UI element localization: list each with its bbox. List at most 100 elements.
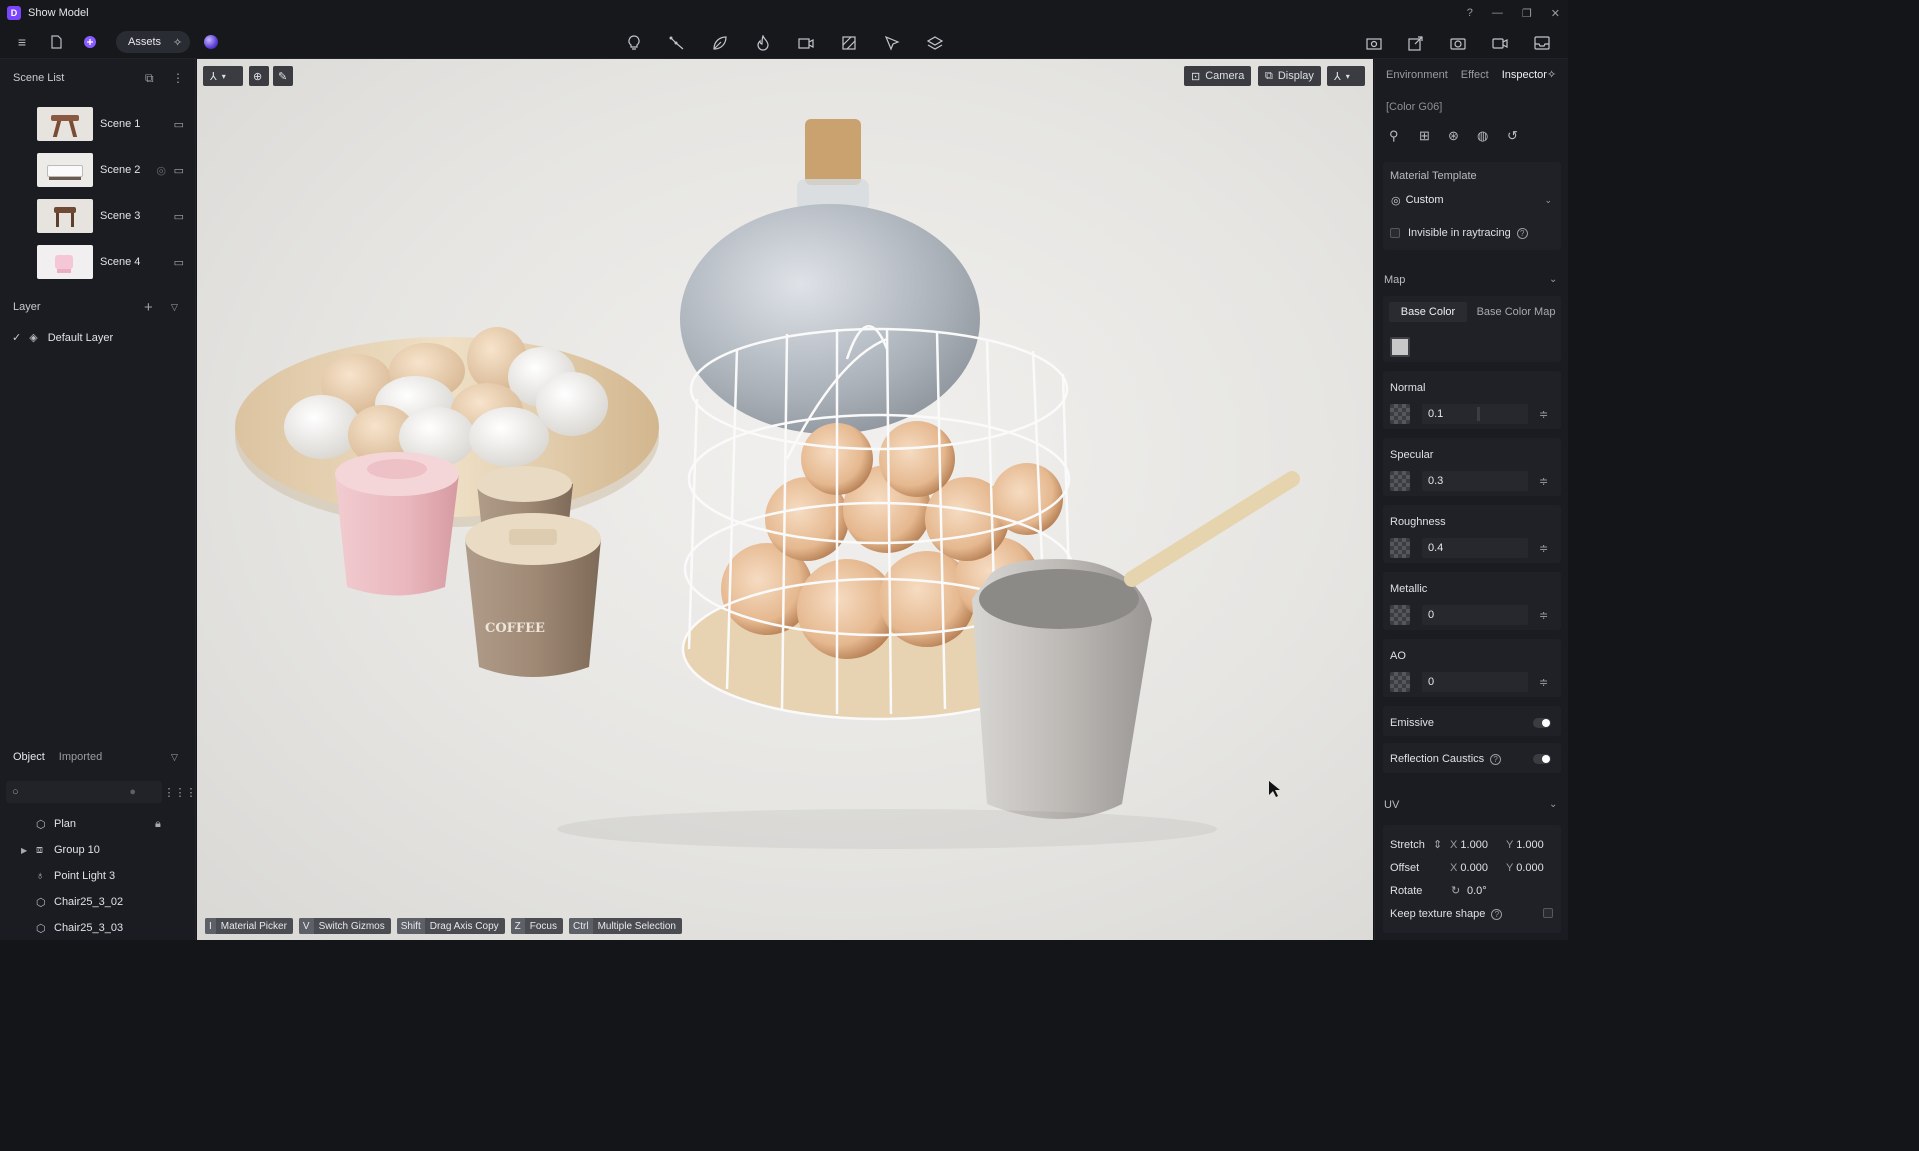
help-icon[interactable]: ? — [1490, 754, 1502, 765]
slider-settings-icon[interactable]: ≑ — [1539, 609, 1548, 622]
layer-filter-icon[interactable]: ▽ — [171, 302, 178, 313]
template-select[interactable]: ◎ Custom ⌄ — [1386, 189, 1558, 211]
layer-item-default[interactable]: ✓ ◈ Default Layer — [12, 331, 113, 345]
globe-icon[interactable]: ⊕ — [249, 66, 269, 86]
ao-value-input[interactable]: 0 — [1422, 672, 1528, 692]
material-picker-icon[interactable]: ⚲ — [1389, 128, 1399, 144]
scene-camera-icon[interactable]: ▭ — [174, 256, 184, 269]
invisible-raytracing-checkbox[interactable] — [1390, 228, 1400, 238]
pin-sparkle-icon[interactable]: ✧ — [1547, 68, 1556, 81]
reset-icon[interactable]: ↺ — [1507, 128, 1518, 144]
tree-row-plan[interactable]: ⬡ Plan 🔒︎ — [0, 812, 196, 836]
specular-value-input[interactable]: 0.3 — [1422, 471, 1528, 491]
search-input[interactable] — [24, 786, 135, 798]
video-icon[interactable] — [1488, 32, 1512, 54]
tree-row-group-10[interactable]: ▶ ⧈ Group 10 — [0, 838, 196, 862]
roughness-map-slot[interactable] — [1390, 538, 1410, 558]
stretch-y-input[interactable]: Y 1.000 — [1506, 839, 1544, 851]
tab-base-color[interactable]: Base Color — [1389, 302, 1467, 322]
path-icon[interactable] — [665, 32, 689, 54]
scene-item-1[interactable]: Scene 1 ▭ — [8, 104, 188, 144]
keep-texture-shape-checkbox[interactable] — [1543, 908, 1553, 918]
check-icon[interactable]: ✓ — [12, 331, 21, 344]
rotate-value-input[interactable]: 0.0° — [1467, 885, 1487, 897]
scene-item-3[interactable]: Scene 3 ▭ — [8, 196, 188, 236]
specular-map-slot[interactable] — [1390, 471, 1410, 491]
tree-row-chair25-3-03[interactable]: ⬡ Chair25_3_03 — [0, 916, 196, 940]
metallic-map-slot[interactable] — [1390, 605, 1410, 625]
eyedropper-icon[interactable]: ✎ — [273, 66, 293, 86]
pen-cursor-icon[interactable] — [880, 32, 904, 54]
camera-button[interactable]: ⊡ Camera — [1184, 66, 1252, 86]
menu-icon[interactable]: ≡ — [10, 31, 34, 53]
render-queue-icon[interactable] — [1362, 32, 1386, 54]
help-icon[interactable]: ? — [1467, 7, 1473, 19]
more-icon[interactable]: ⋮ — [172, 71, 184, 85]
metallic-value-input[interactable]: 0 — [1422, 605, 1528, 625]
tab-effect[interactable]: Effect — [1461, 69, 1489, 81]
sparkle-icon[interactable]: ✧ — [173, 36, 182, 49]
reflection-caustics-toggle[interactable] — [1533, 754, 1551, 764]
clear-search-icon[interactable]: ● — [129, 786, 136, 798]
stretch-x-input[interactable]: X 1.000 — [1450, 839, 1488, 851]
tree-row-chair25-3-02[interactable]: ⬡ Chair25_3_02 — [0, 890, 196, 914]
3d-viewport[interactable]: COFFEE ⅄ ▾ ⊕ ✎ ⊡ Camera ⧉ Display ⅄ ▾ I … — [197, 59, 1373, 940]
normal-value-input[interactable]: 0.1 — [1422, 404, 1528, 424]
emissive-toggle[interactable] — [1533, 718, 1551, 728]
material-library-icon[interactable]: ⊛ — [1448, 128, 1459, 144]
base-color-swatch[interactable] — [1390, 337, 1410, 357]
tab-imported[interactable]: Imported — [59, 751, 102, 763]
tree-row-point-light-3[interactable]: ♁ Point Light 3 — [0, 864, 196, 888]
scene-camera-icon[interactable]: ▭ — [174, 210, 184, 223]
layers-icon[interactable] — [923, 32, 947, 54]
minimize-button[interactable]: — — [1492, 7, 1503, 19]
camera-icon[interactable] — [1446, 32, 1470, 54]
leaf-icon[interactable] — [708, 32, 732, 54]
link-icon[interactable]: ⇕ — [1433, 838, 1442, 851]
view-options-dropdown[interactable]: ⅄ ▾ — [1327, 66, 1365, 86]
fire-icon[interactable] — [751, 32, 775, 54]
expand-arrow-icon[interactable]: ▶ — [21, 846, 27, 855]
export-icon[interactable] — [1404, 32, 1428, 54]
add-layer-icon[interactable]: + — [144, 299, 153, 316]
assets-button[interactable]: Assets ✧ — [116, 31, 191, 53]
chevron-down-icon[interactable]: ⌄ — [1549, 274, 1557, 285]
add-scene-icon[interactable]: ⧉ — [145, 71, 154, 86]
new-file-icon[interactable] — [44, 31, 68, 53]
duplicate-material-icon[interactable]: ⊞ — [1419, 128, 1430, 144]
ai-plus-icon[interactable] — [78, 31, 102, 53]
lock-icon[interactable]: 🔒︎ — [155, 818, 161, 831]
ao-map-slot[interactable] — [1390, 672, 1410, 692]
slider-settings-icon[interactable]: ≑ — [1539, 542, 1548, 555]
offset-x-input[interactable]: X 0.000 — [1450, 862, 1488, 874]
section-icon[interactable] — [837, 32, 861, 54]
offset-y-input[interactable]: Y 0.000 — [1506, 862, 1544, 874]
chevron-down-icon[interactable]: ⌄ — [1549, 799, 1557, 810]
tab-environment[interactable]: Environment — [1386, 69, 1448, 81]
scene-camera-icon[interactable]: ▭ — [174, 164, 184, 177]
scene-camera-icon[interactable]: ▭ — [174, 118, 184, 131]
slider-settings-icon[interactable]: ≑ — [1539, 475, 1548, 488]
material-sphere-icon[interactable] — [204, 35, 219, 49]
normal-slider-handle[interactable] — [1477, 407, 1480, 421]
close-button[interactable]: ✕ — [1551, 7, 1560, 20]
normal-map-slot[interactable] — [1390, 404, 1410, 424]
tab-object[interactable]: Object — [13, 751, 45, 763]
video-export-icon[interactable] — [794, 32, 818, 54]
slider-settings-icon[interactable]: ≑ — [1539, 676, 1548, 689]
help-icon[interactable]: ? — [1516, 228, 1528, 239]
roughness-value-input[interactable]: 0.4 — [1422, 538, 1528, 558]
tab-inspector[interactable]: Inspector — [1502, 69, 1547, 81]
ai-material-icon[interactable]: ◍ — [1477, 128, 1488, 144]
gizmo-dropdown[interactable]: ⅄ ▾ — [203, 66, 243, 86]
slider-settings-icon[interactable]: ≑ — [1539, 408, 1548, 421]
light-bulb-icon[interactable] — [622, 32, 646, 54]
help-icon[interactable]: ? — [1491, 909, 1503, 920]
scene-item-4[interactable]: Scene 4 ▭ — [8, 242, 188, 282]
inbox-icon[interactable] — [1530, 32, 1554, 54]
grid-view-icon[interactable]: ⋮⋮⋮ — [164, 781, 197, 803]
scene-item-2[interactable]: Scene 2 ◎ ▭ — [8, 150, 188, 190]
restore-button[interactable]: ❐ — [1522, 7, 1532, 20]
object-filter-icon[interactable]: ▽ — [171, 752, 178, 763]
tab-base-color-map[interactable]: Base Color Map — [1473, 302, 1559, 322]
